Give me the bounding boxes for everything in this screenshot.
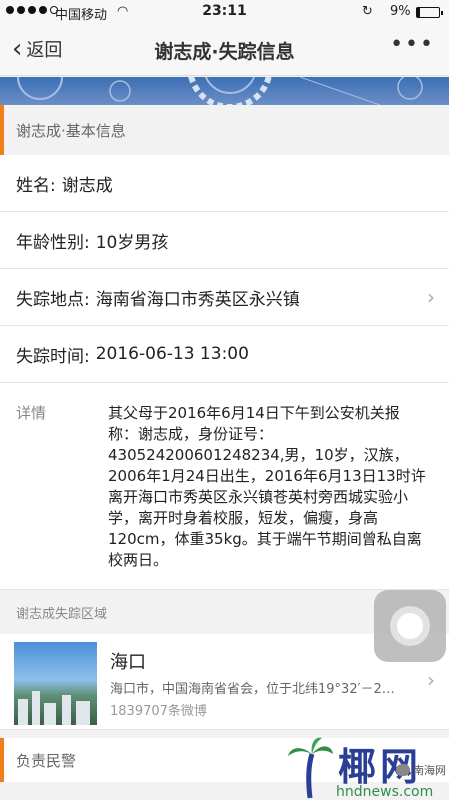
battery-percentage: 9% xyxy=(390,4,411,19)
missing-location-row[interactable]: 失踪地点: 海南省海口市秀英区永兴镇 › xyxy=(0,269,449,326)
palm-tree-logo-icon xyxy=(288,737,333,799)
detail-label: 详情 xyxy=(16,404,47,422)
banner-decoration xyxy=(17,77,423,105)
header-banner xyxy=(0,77,449,105)
watermark-site: hndnews.com xyxy=(336,784,434,800)
missing-time-value: 2016-06-13 13:00 xyxy=(95,344,249,364)
battery-icon xyxy=(416,7,443,18)
age-gender-row: 年龄性别: 10岁男孩 xyxy=(0,212,449,269)
missing-time-label: 失踪时间: xyxy=(16,346,90,367)
weibo-count: 1839707条微博 xyxy=(110,704,207,719)
city-thumbnail xyxy=(14,642,97,725)
name-row: 姓名: 谢志成 xyxy=(0,155,449,212)
status-bar: 中国移动 ◠ 23:11 ↻ 9% xyxy=(0,0,449,24)
wechat-account: 南海网 xyxy=(413,764,446,777)
basic-info-header: 谢志成·基本信息 xyxy=(0,105,449,155)
watermark: 椰网 南海网 hndnews.com xyxy=(286,736,446,800)
wechat-label: 南海网 xyxy=(396,762,446,778)
detail-row: 详情 其父母于2016年6月14日下午到公安机关报称：谢志成，身份证号：4305… xyxy=(0,383,449,590)
missing-location-label: 失踪地点: xyxy=(16,289,90,310)
rotation-lock-icon: ↻ xyxy=(362,4,373,19)
age-gender-value: 10岁男孩 xyxy=(95,232,169,253)
chevron-right-icon: › xyxy=(427,668,435,692)
name-value: 谢志成 xyxy=(61,175,113,196)
name-label: 姓名: xyxy=(16,175,56,196)
age-gender-label: 年龄性别: xyxy=(16,232,90,253)
navigation-bar: ‹ 返回 谢志成·失踪信息 ••• xyxy=(0,24,449,76)
assistive-touch-button[interactable] xyxy=(374,590,446,662)
missing-location-value: 海南省海口市秀英区永兴镇 xyxy=(95,289,300,310)
detail-text: 其父母于2016年6月14日下午到公安机关报称：谢志成，身份证号：4305242… xyxy=(108,404,426,569)
clock: 23:11 xyxy=(202,3,247,19)
area-description: 海口市，中国海南省省会，位于北纬19°32′－2… xyxy=(110,682,395,697)
more-options-button[interactable]: ••• xyxy=(390,32,435,57)
wechat-icon xyxy=(396,764,410,776)
missing-time-row: 失踪时间: 2016-06-13 13:00 xyxy=(0,326,449,383)
page-title: 谢志成·失踪信息 xyxy=(154,41,295,63)
main-content: 谢志成·基本信息 姓名: 谢志成 年龄性别: 10岁男孩 失踪地点: 海南省海口… xyxy=(0,105,449,782)
area-name: 海口 xyxy=(110,652,146,673)
assistive-center-icon xyxy=(397,613,423,639)
chevron-right-icon: › xyxy=(427,285,435,309)
